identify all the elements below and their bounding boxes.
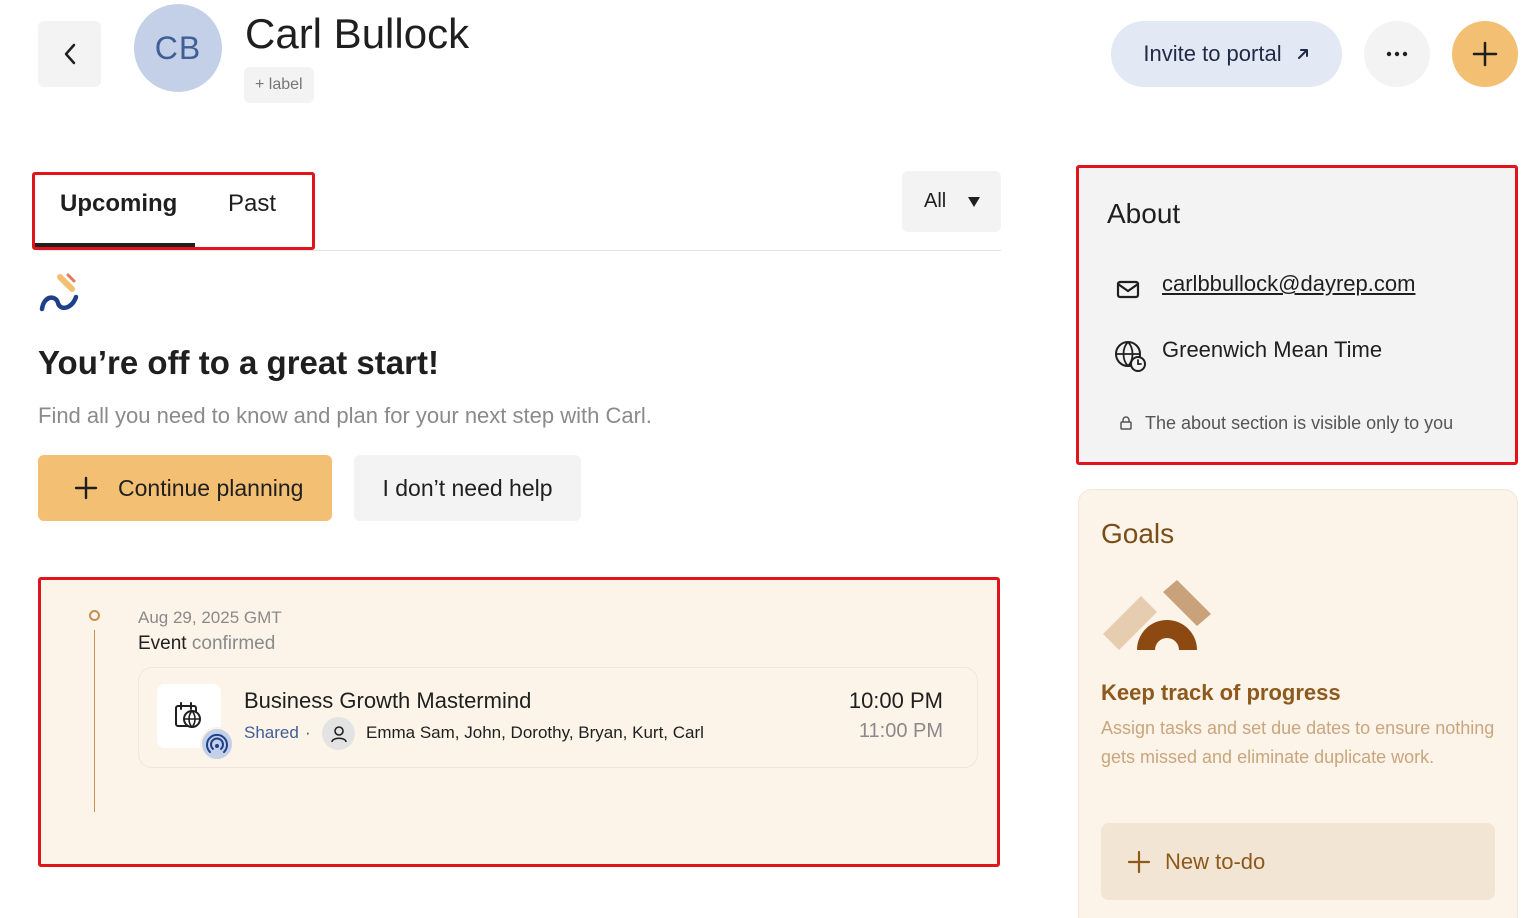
new-todo-button[interactable]: New to-do	[1101, 823, 1495, 900]
invite-label: Invite to portal	[1143, 41, 1282, 66]
event-separator: ·	[305, 723, 311, 742]
back-button[interactable]	[38, 21, 101, 87]
event-date: Aug 29, 2025 GMT	[138, 608, 282, 627]
lock-icon	[1120, 416, 1132, 430]
add-label-button[interactable]: + label	[244, 67, 314, 103]
event-end-time: 11:00 PM	[858, 720, 943, 742]
event-attendees: Emma Sam, John, Dorothy, Bryan, Kurt, Ca…	[366, 723, 704, 742]
event-card[interactable]	[138, 667, 978, 768]
attendees-avatar	[322, 717, 355, 750]
new-todo-label: New to-do	[1165, 848, 1266, 874]
caret-down-icon	[968, 196, 981, 207]
user-icon	[330, 725, 347, 742]
squiggle-illustration-icon	[39, 273, 79, 312]
timeline-line	[94, 630, 95, 812]
tabs-divider	[38, 250, 1001, 251]
dont-need-help-button[interactable]: I don’t need help	[354, 455, 581, 521]
event-status-word: confirmed	[191, 633, 276, 654]
tab-active-indicator	[35, 243, 195, 247]
onboarding-headline: You’re off to a great start!	[38, 344, 439, 381]
goals-title: Goals	[1101, 518, 1175, 549]
arrow-up-right-icon	[1297, 49, 1308, 59]
calendar-globe-icon	[175, 702, 201, 728]
filter-select[interactable]: All	[902, 171, 1001, 232]
tab-upcoming[interactable]: Upcoming	[60, 190, 177, 218]
about-visibility-note: The about section is visible only to you	[1145, 413, 1454, 433]
goals-description: Assign tasks and set due dates to ensure…	[1101, 718, 1495, 767]
globe-clock-icon	[1115, 341, 1146, 372]
mail-icon	[1116, 280, 1140, 299]
filter-value: All	[924, 190, 947, 212]
about-email-link[interactable]: carlbbullock@dayrep.com	[1162, 271, 1415, 297]
event-start-time: 10:00 PM	[848, 688, 943, 713]
avatar: CB	[134, 4, 222, 92]
tab-past[interactable]: Past	[228, 190, 276, 218]
continue-planning-button[interactable]: Continue planning	[38, 455, 332, 521]
about-title: About	[1107, 198, 1181, 229]
about-timezone: Greenwich Mean Time	[1162, 337, 1383, 362]
plus-icon	[1127, 850, 1151, 873]
broadcast-badge	[200, 727, 234, 761]
contact-name: Carl Bullock	[245, 10, 470, 57]
timeline-dot	[89, 610, 100, 621]
add-button[interactable]	[1452, 21, 1518, 87]
invite-to-portal-button[interactable]: Invite to portal	[1111, 21, 1342, 87]
event-title: Business Growth Mastermind	[244, 688, 532, 713]
more-options-button[interactable]	[1364, 21, 1430, 87]
more-horizontal-icon	[1386, 51, 1408, 57]
plus-icon	[74, 476, 98, 500]
plus-icon	[1472, 41, 1498, 67]
goals-heading: Keep track of progress	[1101, 680, 1341, 705]
chevron-left-icon	[64, 43, 75, 65]
onboarding-subtext: Find all you need to know and plan for y…	[38, 403, 652, 428]
goals-illustration-icon	[1103, 580, 1211, 650]
event-status: Event confirmed	[138, 633, 275, 655]
continue-planning-label: Continue planning	[118, 474, 304, 501]
event-status-prefix: Event	[138, 633, 187, 654]
event-visibility: Shared	[244, 723, 299, 742]
broadcast-icon	[206, 733, 228, 753]
